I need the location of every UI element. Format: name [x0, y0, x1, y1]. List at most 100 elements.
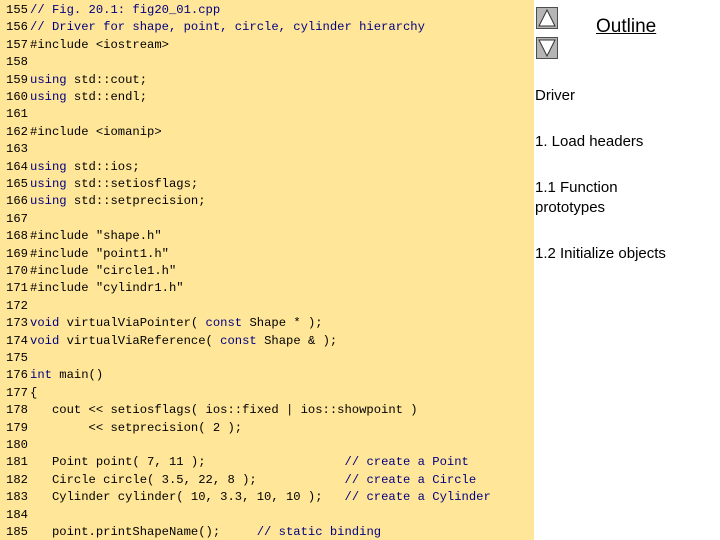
line-number: 182	[6, 472, 28, 487]
code-comment: // create a Cylinder	[344, 490, 491, 505]
outline-item-function-prototypes: 1.1 Function prototypes	[535, 179, 618, 216]
line-number: 157	[6, 37, 28, 52]
code-line: 182 Circle circle( 3.5, 22, 8 ); // crea…	[6, 472, 476, 489]
outline-item-load-headers: 1. Load headers	[535, 133, 644, 150]
code-line: 173 void virtualViaPointer( const Shape *…	[6, 315, 323, 332]
code-text: point.printShapeName();	[30, 525, 257, 539]
code-text: #include <iomanip>	[30, 124, 162, 139]
line-number: 176	[6, 368, 28, 383]
code-text: #include "circle1.h"	[30, 264, 177, 278]
code-line: 155// Fig. 20.1: fig20_01.cpp	[6, 2, 220, 19]
code-keyword: using	[30, 72, 67, 87]
code-line: 170 #include "circle1.h"	[6, 263, 176, 280]
code-comment: // Driver for shape, point, circle, cyli…	[30, 20, 425, 35]
code-text: virtualViaReference(	[59, 333, 221, 348]
line-number: 183	[6, 490, 28, 505]
code-line: 184	[6, 507, 30, 524]
code-line: 171 #include "cylindr1.h"	[6, 280, 184, 297]
line-number: 155	[6, 3, 28, 17]
line-number: 161	[6, 107, 28, 122]
code-text: #include "cylindr1.h"	[30, 281, 184, 296]
code-keyword: void	[30, 333, 60, 348]
code-text: Point point( 7, 11 );	[30, 455, 345, 470]
line-number: 169	[6, 246, 28, 261]
code-line: 176 int main()	[6, 367, 103, 384]
line-number: 160	[6, 90, 28, 104]
code-line: 159 using std::cout;	[6, 72, 147, 89]
code-text: std::cout;	[66, 72, 148, 87]
code-text: Cylinder cylinder( 10, 3.3, 10, 10 );	[30, 490, 345, 505]
line-number: 172	[6, 298, 28, 313]
line-number: 163	[6, 142, 28, 157]
line-number: 162	[6, 124, 28, 139]
line-number: 180	[6, 438, 28, 452]
code-line: 156// Driver for shape, point, circle, c…	[6, 19, 425, 36]
code-listing: 155// Fig. 20.1: fig20_01.cpp 156// Drive…	[0, 0, 534, 540]
next-slide-button[interactable]	[536, 37, 558, 59]
line-number: 184	[6, 507, 28, 522]
code-line: 185 point.printShapeName(); // static bi…	[6, 524, 381, 540]
outline-title: Outline	[596, 16, 657, 37]
code-line: 169 #include "point1.h"	[6, 246, 169, 263]
code-keyword: int	[30, 368, 52, 383]
line-number: 179	[6, 420, 28, 435]
code-line: 178 cout << setiosflags( ios::fixed | io…	[6, 402, 418, 419]
code-text: Circle circle( 3.5, 22, 8 );	[30, 472, 345, 487]
code-line: 175	[6, 350, 30, 367]
code-text: Shape & );	[256, 333, 338, 348]
line-number: 165	[6, 177, 28, 191]
line-number: 158	[6, 55, 28, 70]
line-number: 185	[6, 525, 28, 539]
triangle-up-icon	[538, 8, 556, 27]
line-number: 164	[6, 159, 28, 174]
code-line: 158	[6, 54, 30, 71]
code-line: 165 using std::setiosflags;	[6, 176, 198, 193]
code-text: cout << setiosflags( ios::fixed | ios::s…	[30, 403, 418, 418]
code-text: #include <iostream>	[30, 37, 169, 52]
code-text: main()	[51, 368, 104, 383]
line-number: 159	[6, 72, 28, 87]
code-line: 183 Cylinder cylinder( 10, 3.3, 10, 10 )…	[6, 489, 491, 506]
line-number: 177	[6, 385, 28, 400]
code-text: << setprecision( 2 );	[30, 420, 243, 435]
line-number: 156	[6, 20, 28, 35]
line-number: 171	[6, 281, 28, 296]
code-line: 177{	[6, 385, 37, 402]
code-text: std::ios;	[66, 159, 140, 174]
code-line: 168 #include "shape.h"	[6, 228, 162, 245]
code-text: #include "point1.h"	[30, 246, 169, 261]
code-text: std::endl;	[66, 90, 148, 104]
code-keyword: const	[205, 316, 243, 331]
previous-slide-button[interactable]	[536, 7, 558, 29]
code-line: 157 #include <iostream>	[6, 37, 169, 54]
code-line: 167	[6, 211, 30, 228]
code-keyword: void	[30, 316, 60, 331]
code-text: std::setprecision;	[66, 194, 206, 209]
code-line: 180	[6, 437, 30, 454]
code-line: 179 << setprecision( 2 );	[6, 420, 242, 437]
code-comment: // create a Circle	[344, 472, 477, 487]
outline-item-driver: Driver	[535, 87, 575, 104]
code-keyword: const	[220, 333, 257, 348]
code-text: virtualViaPointer(	[59, 316, 206, 331]
line-number: 166	[6, 194, 28, 209]
line-number: 168	[6, 229, 28, 244]
code-comment: // create a Point	[344, 455, 469, 470]
code-text: {	[30, 385, 38, 400]
code-keyword: using	[30, 159, 67, 174]
code-text: #include "shape.h"	[30, 229, 162, 244]
outline-item-initialize-objects: 1.2 Initialize objects	[535, 245, 666, 262]
code-line: 162 #include <iomanip>	[6, 124, 162, 141]
code-keyword: using	[30, 90, 67, 104]
line-number: 167	[6, 211, 28, 226]
triangle-down-icon	[538, 39, 556, 58]
line-number: 174	[6, 333, 28, 348]
code-keyword: using	[30, 177, 67, 191]
code-keyword: using	[30, 194, 67, 209]
line-number: 175	[6, 351, 28, 365]
code-comment: // Fig. 20.1: fig20_01.cpp	[30, 3, 221, 17]
code-line: 181 Point point( 7, 11 ); // create a Po…	[6, 454, 469, 471]
line-number: 173	[6, 316, 28, 331]
line-number: 178	[6, 403, 28, 418]
code-line: 166 using std::setprecision;	[6, 193, 206, 210]
